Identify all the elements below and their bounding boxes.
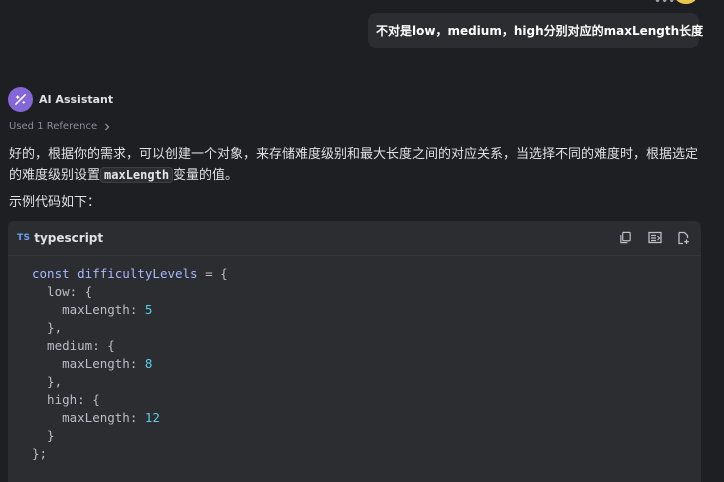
assistant-paragraph: 好的，根据你的需求，可以创建一个对象，来存储难度级别和最大长度之间的对应关系，当… <box>9 145 709 186</box>
new-file-icon[interactable] <box>676 230 691 245</box>
code-token: maxLength: <box>32 410 145 425</box>
code-line: const difficultyLevels = { <box>32 265 701 283</box>
code-token: medium: { <box>32 338 115 353</box>
code-token: maxLength: <box>32 302 145 317</box>
user-avatar <box>675 0 697 4</box>
code-token: } <box>32 428 55 443</box>
copy-icon[interactable] <box>618 230 633 245</box>
code-token: }; <box>32 446 48 461</box>
insert-icon[interactable] <box>647 230 662 245</box>
code-token: 5 <box>144 302 153 317</box>
references-label: Used 1 Reference <box>9 121 98 132</box>
more-options-icon[interactable]: ••• <box>654 0 675 8</box>
typescript-badge-icon: TS <box>17 233 31 243</box>
sparkle-icon <box>15 93 26 105</box>
code-line: }, <box>32 373 701 391</box>
code-token: difficultyLevels <box>77 266 198 281</box>
ai-assistant-avatar <box>8 86 33 112</box>
inline-code: maxLength <box>100 167 174 183</box>
code-token: high: { <box>32 392 100 407</box>
code-actions <box>618 230 691 245</box>
code-token: }, <box>32 374 63 389</box>
paragraph-text-end: 变量的值。 <box>173 168 239 183</box>
references-toggle[interactable]: Used 1 Reference <box>9 121 111 132</box>
chevron-right-icon <box>103 123 111 131</box>
code-token: }, <box>32 320 63 335</box>
code-token: maxLength: <box>32 356 145 371</box>
code-token: = { <box>197 266 228 281</box>
code-block: TS typescript const difficultyLevels = {… <box>8 221 701 482</box>
code-token: 8 <box>144 356 153 371</box>
assistant-paragraph-example: 示例代码如下： <box>9 195 101 210</box>
assistant-name: AI Assistant <box>39 92 114 106</box>
code-line: medium: { <box>32 337 701 355</box>
code-line: }, <box>32 319 701 337</box>
code-line: maxLength: 8 <box>32 355 701 373</box>
user-message-text: 不对是low，medium，high分别对应的maxLength长度 <box>376 24 704 38</box>
code-line: low: { <box>32 283 701 301</box>
assistant-header: AI Assistant <box>8 86 114 112</box>
code-token: const <box>32 266 78 281</box>
code-content[interactable]: const difficultyLevels = { low: { maxLen… <box>8 256 701 463</box>
code-token: low: { <box>32 284 93 299</box>
user-message-bubble: 不对是low，medium，high分别对应的maxLength长度 <box>368 13 703 48</box>
code-language-label: typescript <box>34 231 104 245</box>
code-line: maxLength: 12 <box>32 409 701 427</box>
code-token: 12 <box>144 410 160 425</box>
code-block-header: TS typescript <box>8 221 701 256</box>
code-line: high: { <box>32 391 701 409</box>
code-line: maxLength: 5 <box>32 301 701 319</box>
chat-panel: ••• 不对是low，medium，high分别对应的maxLength长度 A… <box>0 0 724 482</box>
code-line: } <box>32 427 701 445</box>
code-line: }; <box>32 445 701 463</box>
